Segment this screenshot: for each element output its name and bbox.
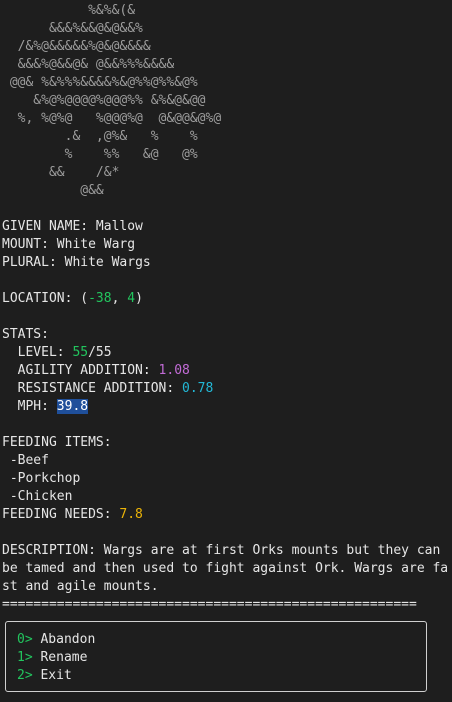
agility-value: 1.08 [158,363,190,378]
ascii-art-line: /&%@&&&&&%@&@&&&& [2,39,151,54]
menu-item-exit[interactable]: 2> Exit [17,667,426,685]
ascii-art-line: %, %@%@ %@@@%@ @&@@&@%@ [2,111,222,126]
level-max: /55 [88,345,112,360]
menu-item-abandon[interactable]: 0> Abandon [17,631,426,649]
paren-close: ) [135,291,143,306]
agility-label: AGILITY ADDITION: [2,363,159,378]
menu-item-rename[interactable]: 1> Rename [17,649,426,667]
ascii-art-line: % %% &@ @% [2,147,198,162]
given-name-label: GIVEN NAME: [2,219,96,234]
description-text: DESCRIPTION: Wargs are at first Orks mou… [2,543,449,594]
feeding-needs-value: 7.8 [119,507,143,522]
location-y: 4 [127,291,136,306]
mount-row: MOUNT: White Warg [2,236,450,254]
ascii-art-line: &&&%@&&@& @&&%%%&&&& [2,57,175,72]
menu-label: Abandon [32,632,96,647]
ascii-art-line: &%@%@@@@%@@@%% &%&@&@@ [2,93,206,108]
mph-value-selected[interactable]: 39.8 [56,399,89,414]
plural-label: PLURAL: [2,255,65,270]
plural-value: White Wargs [64,255,151,270]
location-label: LOCATION: [2,291,81,306]
menu-key: 0> [17,632,33,647]
menu-key: 1> [17,650,33,665]
feeding-item: -Beef [2,453,49,468]
location-row: LOCATION: (-38, 4) [2,290,450,308]
ascii-art-line: @@& %&%%%&&&&%&@%%@%%&@% [2,75,198,90]
location-separator: , [111,291,128,306]
location-x: -38 [88,291,112,306]
resistance-row: RESISTANCE ADDITION: 0.78 [2,380,450,398]
menu-label: Exit [32,668,72,683]
feeding-needs-row: FEEDING NEEDS: 7.8 [2,506,450,524]
mph-label: MPH: [2,399,57,414]
feeding-header: FEEDING ITEMS: [2,435,112,450]
plural-row: PLURAL: White Wargs [2,254,450,272]
action-menu: 0> Abandon 1> Rename 2> Exit [5,621,427,692]
mount-value: White Warg [56,237,136,252]
feeding-item: -Chicken [2,489,73,504]
mount-label: MOUNT: [2,237,57,252]
ascii-art-line: @&& [2,183,104,198]
menu-label: Rename [32,650,88,665]
divider-line: ========================================… [2,597,417,612]
resistance-value: 0.78 [182,381,214,396]
ascii-art-line: && /&* [2,165,120,180]
level-value: 55 [72,345,89,360]
ascii-art-line: &&&%&&@&@&&% [2,21,143,36]
mph-row: MPH: 39.8 [2,398,450,416]
given-name-row: GIVEN NAME: Mallow [2,218,450,236]
menu-key: 2> [17,668,33,683]
feeding-needs-label: FEEDING NEEDS: [2,507,120,522]
terminal-output: %&%&(& &&&%&&@&@&&% /&%@&&&&&%@&@&&&& &&… [2,2,450,614]
ascii-art-line: .& ,@%& % % [2,129,198,144]
feeding-item: -Porkchop [2,471,81,486]
ascii-art: %&%&(& &&&%&&@&@&&% /&%@&&&&&%@&@&&&& &&… [2,2,450,200]
given-name-value: Mallow [95,219,143,234]
agility-row: AGILITY ADDITION: 1.08 [2,362,450,380]
level-label: LEVEL: [2,345,73,360]
resistance-label: RESISTANCE ADDITION: [2,381,183,396]
ascii-art-line: %&%&(& [2,3,136,18]
stats-header: STATS: [2,327,49,342]
level-row: LEVEL: 55/55 [2,344,450,362]
paren-open: ( [80,291,89,306]
